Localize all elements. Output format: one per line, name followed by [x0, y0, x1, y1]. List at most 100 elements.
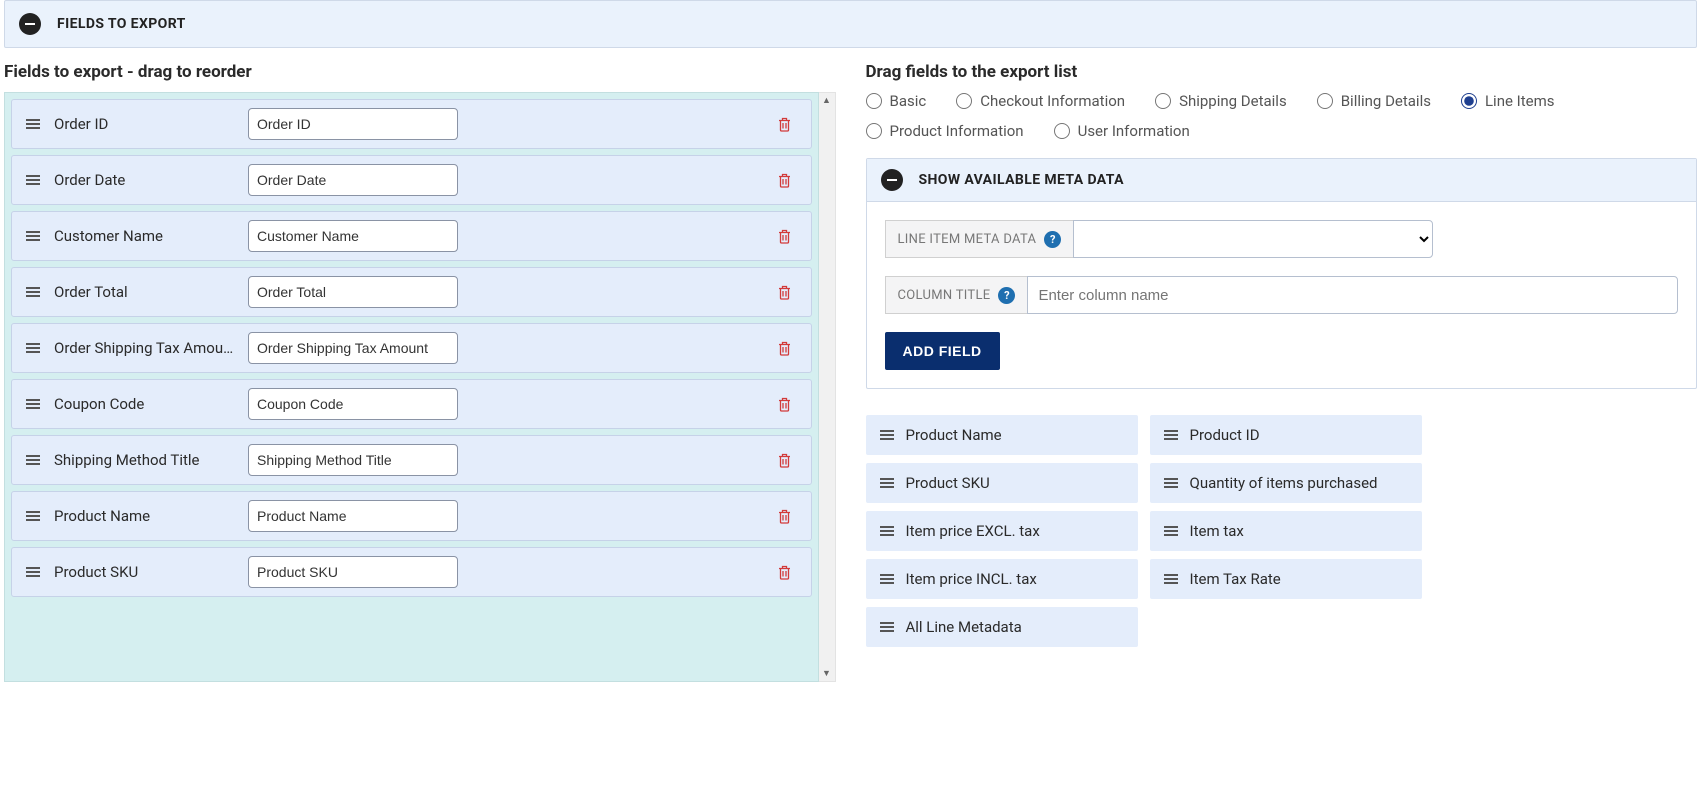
minus-circle-icon[interactable]: [881, 169, 903, 191]
category-radio-input[interactable]: [1461, 93, 1477, 109]
help-icon[interactable]: ?: [1044, 231, 1061, 248]
remove-field-button[interactable]: [773, 112, 797, 136]
drag-handle-icon[interactable]: [26, 567, 40, 577]
drag-handle-icon[interactable]: [26, 175, 40, 185]
available-field-pill[interactable]: Item price EXCL. tax: [866, 511, 1138, 551]
line-item-meta-select[interactable]: [1073, 220, 1433, 258]
available-field-pill[interactable]: Product Name: [866, 415, 1138, 455]
drag-handle-icon[interactable]: [1164, 526, 1178, 536]
category-radio-billing-details[interactable]: Billing Details: [1317, 92, 1431, 110]
export-field-row[interactable]: Order ID: [11, 99, 812, 149]
export-field-input[interactable]: [248, 556, 458, 588]
category-radio-label: Basic: [890, 92, 927, 110]
right-subheading: Drag fields to the export list: [866, 62, 1698, 82]
remove-field-button[interactable]: [773, 448, 797, 472]
help-icon[interactable]: ?: [998, 287, 1015, 304]
category-radio-label: User Information: [1078, 122, 1190, 140]
drag-handle-icon[interactable]: [880, 574, 894, 584]
drag-handle-icon[interactable]: [880, 430, 894, 440]
drag-handle-icon[interactable]: [880, 622, 894, 632]
available-field-pill[interactable]: Item tax: [1150, 511, 1422, 551]
available-field-label: Product ID: [1190, 426, 1260, 444]
remove-field-button[interactable]: [773, 224, 797, 248]
category-radio-input[interactable]: [866, 93, 882, 109]
export-field-label: Shipping Method Title: [54, 451, 234, 469]
remove-field-button[interactable]: [773, 560, 797, 584]
export-field-input[interactable]: [248, 276, 458, 308]
drag-handle-icon[interactable]: [26, 455, 40, 465]
available-field-label: Item price INCL. tax: [906, 570, 1037, 588]
add-field-button[interactable]: ADD FIELD: [885, 332, 1000, 370]
drag-handle-icon[interactable]: [26, 287, 40, 297]
available-field-pill[interactable]: Product ID: [1150, 415, 1422, 455]
export-field-row[interactable]: Coupon Code: [11, 379, 812, 429]
export-field-row[interactable]: Order Total: [11, 267, 812, 317]
drag-handle-icon[interactable]: [26, 511, 40, 521]
scroll-down-icon[interactable]: ▼: [822, 666, 831, 681]
available-field-pill[interactable]: Item price INCL. tax: [866, 559, 1138, 599]
drag-handle-icon[interactable]: [26, 119, 40, 129]
export-field-row[interactable]: Order Date: [11, 155, 812, 205]
scroll-up-icon[interactable]: ▲: [822, 93, 831, 108]
category-radio-user-information[interactable]: User Information: [1054, 122, 1190, 140]
available-field-pill[interactable]: Item Tax Rate: [1150, 559, 1422, 599]
category-radio-product-information[interactable]: Product Information: [866, 122, 1024, 140]
drag-handle-icon[interactable]: [1164, 430, 1178, 440]
available-field-label: All Line Metadata: [906, 618, 1022, 636]
category-radio-line-items[interactable]: Line Items: [1461, 92, 1555, 110]
category-radio-label: Product Information: [890, 122, 1024, 140]
category-radio-checkout-information[interactable]: Checkout Information: [956, 92, 1125, 110]
drag-handle-icon[interactable]: [1164, 574, 1178, 584]
export-field-input[interactable]: [248, 108, 458, 140]
available-field-pill[interactable]: Product SKU: [866, 463, 1138, 503]
drag-handle-icon[interactable]: [26, 343, 40, 353]
category-radio-label: Shipping Details: [1179, 92, 1287, 110]
export-fields-list[interactable]: Order ID Order Date Customer Name Order Tot…: [4, 92, 819, 682]
export-field-row[interactable]: Shipping Method Title: [11, 435, 812, 485]
export-field-row[interactable]: Customer Name: [11, 211, 812, 261]
export-field-label: Coupon Code: [54, 395, 234, 413]
category-radio-shipping-details[interactable]: Shipping Details: [1155, 92, 1287, 110]
available-field-label: Quantity of items purchased: [1190, 474, 1378, 492]
category-radio-input[interactable]: [1155, 93, 1171, 109]
category-radio-basic[interactable]: Basic: [866, 92, 927, 110]
drag-handle-icon[interactable]: [880, 478, 894, 488]
category-radio-label: Billing Details: [1341, 92, 1431, 110]
category-radio-input[interactable]: [1054, 123, 1070, 139]
available-field-label: Item price EXCL. tax: [906, 522, 1040, 540]
available-field-pill[interactable]: Quantity of items purchased: [1150, 463, 1422, 503]
remove-field-button[interactable]: [773, 336, 797, 360]
remove-field-button[interactable]: [773, 280, 797, 304]
available-field-label: Product Name: [906, 426, 1002, 444]
column-title-input[interactable]: [1027, 276, 1678, 314]
export-field-label: Product SKU: [54, 563, 234, 581]
export-field-label: Order Total: [54, 283, 234, 301]
export-field-input[interactable]: [248, 500, 458, 532]
export-field-input[interactable]: [248, 388, 458, 420]
export-field-input[interactable]: [248, 444, 458, 476]
category-radio-label: Checkout Information: [980, 92, 1125, 110]
category-radio-input[interactable]: [866, 123, 882, 139]
minus-circle-icon[interactable]: [19, 13, 41, 35]
remove-field-button[interactable]: [773, 392, 797, 416]
available-field-pill[interactable]: All Line Metadata: [866, 607, 1138, 647]
remove-field-button[interactable]: [773, 504, 797, 528]
drag-handle-icon[interactable]: [880, 526, 894, 536]
export-field-row[interactable]: Order Shipping Tax Amount: [11, 323, 812, 373]
export-field-input[interactable]: [248, 220, 458, 252]
drag-handle-icon[interactable]: [1164, 478, 1178, 488]
panel-header[interactable]: FIELDS TO EXPORT: [4, 0, 1697, 48]
drag-handle-icon[interactable]: [26, 399, 40, 409]
remove-field-button[interactable]: [773, 168, 797, 192]
category-radio-input[interactable]: [1317, 93, 1333, 109]
meta-header[interactable]: SHOW AVAILABLE META DATA: [867, 159, 1697, 202]
category-radio-input[interactable]: [956, 93, 972, 109]
drag-handle-icon[interactable]: [26, 231, 40, 241]
export-field-row[interactable]: Product Name: [11, 491, 812, 541]
export-field-input[interactable]: [248, 164, 458, 196]
scrollbar[interactable]: ▲ ▼: [819, 92, 836, 682]
available-field-label: Product SKU: [906, 474, 990, 492]
export-field-input[interactable]: [248, 332, 458, 364]
export-field-label: Order Shipping Tax Amount: [54, 339, 234, 357]
export-field-row[interactable]: Product SKU: [11, 547, 812, 597]
